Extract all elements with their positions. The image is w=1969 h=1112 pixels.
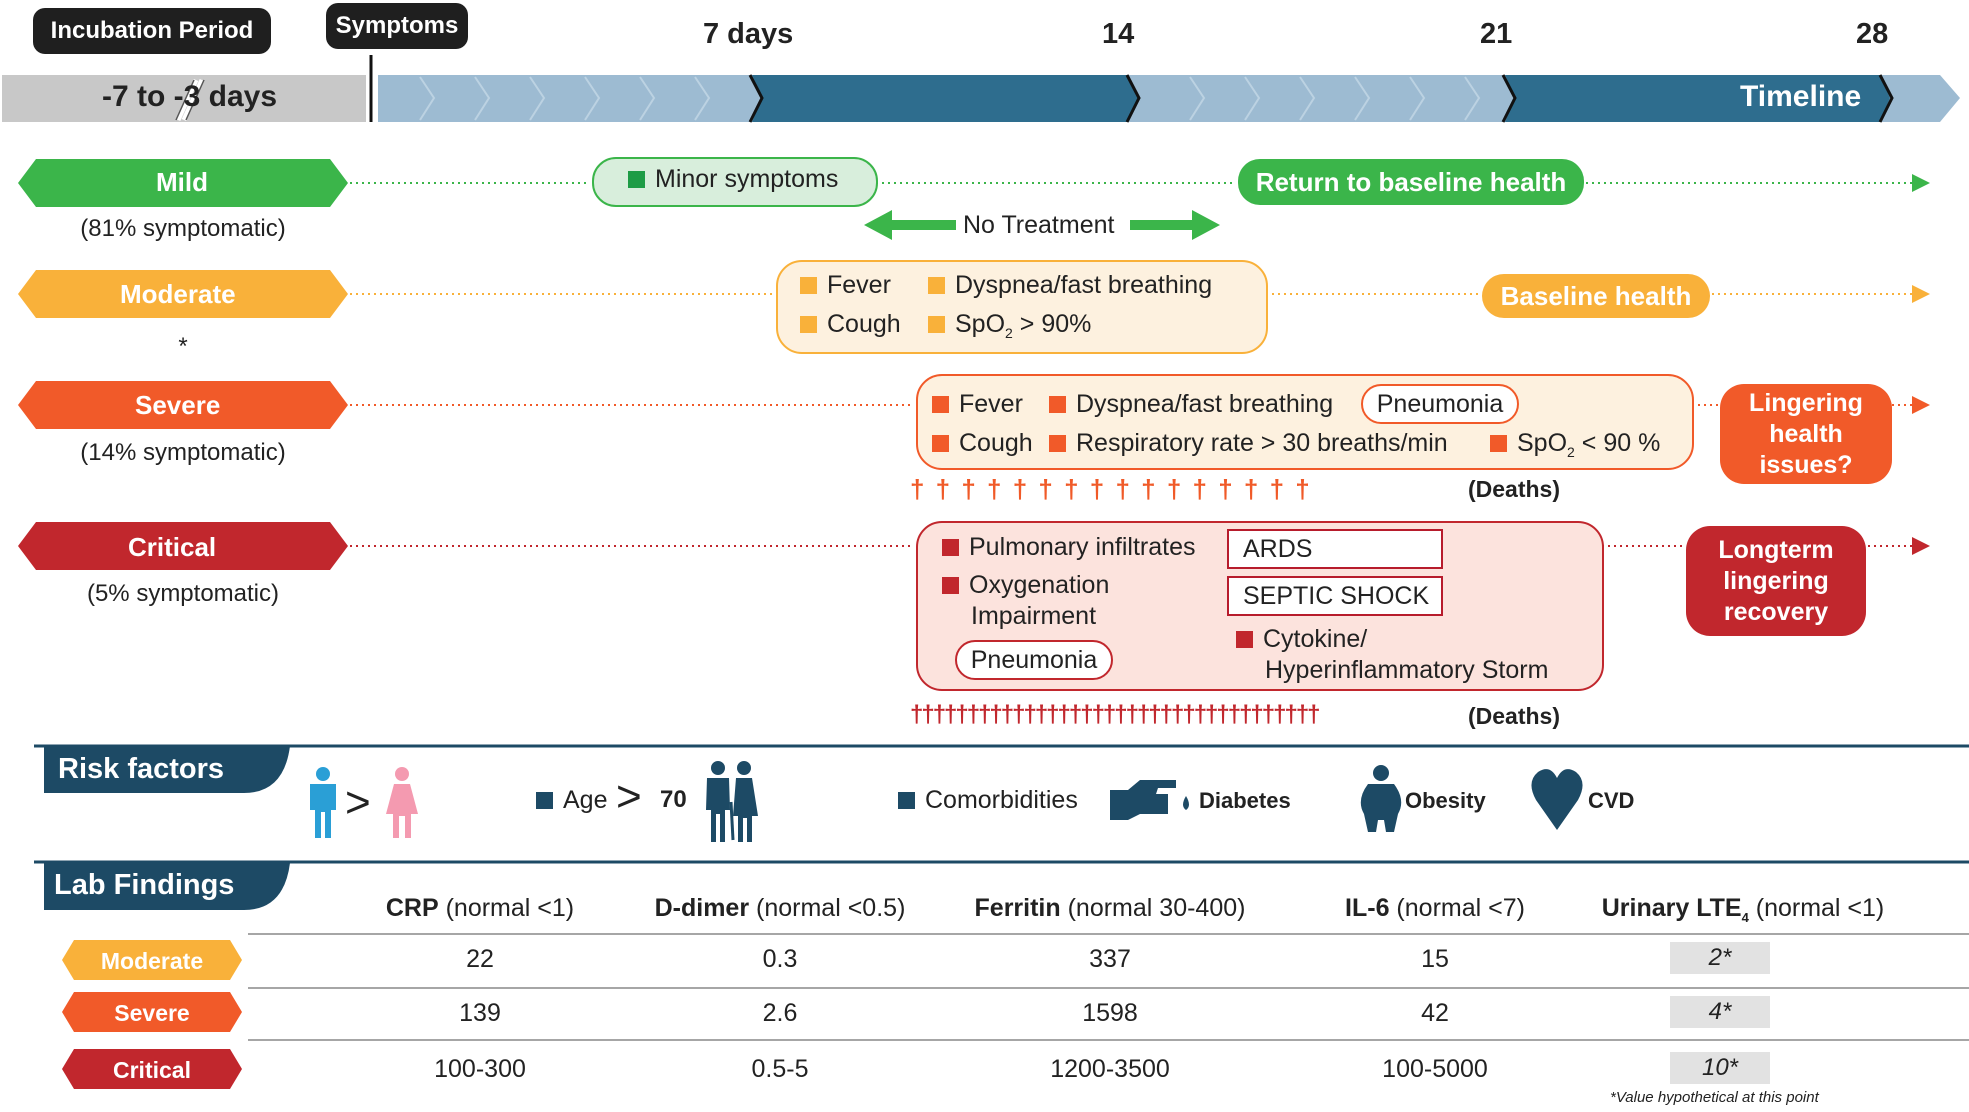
table-cell: 42 bbox=[1421, 999, 1449, 1027]
heart-icon bbox=[1531, 769, 1583, 830]
severe-deaths-label: (Deaths) bbox=[1468, 476, 1561, 502]
critical-ards: ARDS bbox=[1227, 529, 1443, 569]
moderate-fever: Fever bbox=[800, 271, 891, 300]
comorbidities-risk: Comorbidities bbox=[898, 786, 1078, 815]
diabetes-hand-icon bbox=[1110, 780, 1189, 820]
table-cell-hypothetical: 4* bbox=[1670, 996, 1770, 1028]
moderate-cough: Cough bbox=[800, 310, 901, 339]
critical-septic-shock: SEPTIC SHOCK bbox=[1227, 576, 1443, 616]
table-cell: 1598 bbox=[1082, 999, 1138, 1027]
critical-deaths-label: (Deaths) bbox=[1468, 703, 1561, 729]
critical-cytokine: Cytokine/ bbox=[1236, 625, 1367, 654]
lab-findings-title: Lab Findings bbox=[54, 869, 235, 901]
lab-header-il6: IL-6 (normal <7) bbox=[1345, 894, 1525, 922]
age-risk: Age bbox=[536, 786, 607, 815]
severe-dyspnea: Dyspnea/fast breathing bbox=[1049, 390, 1333, 419]
lab-header-ferritin: Ferritin (normal 30-400) bbox=[974, 894, 1246, 922]
severe-pneumonia: Pneumonia bbox=[1361, 384, 1519, 424]
obesity-label: Obesity bbox=[1405, 788, 1486, 813]
critical-pneumonia: Pneumonia bbox=[955, 640, 1113, 680]
severe-label: Severe bbox=[135, 390, 221, 420]
mild-label: Mild bbox=[156, 167, 208, 197]
lingering-health-pill: Lingering health issues? bbox=[1720, 384, 1892, 484]
moderate-dyspnea: Dyspnea/fast breathing bbox=[928, 271, 1212, 300]
table-cell: 0.5-5 bbox=[751, 1055, 809, 1083]
female-person-icon bbox=[386, 767, 418, 838]
table-cell-hypothetical: 2* bbox=[1670, 942, 1770, 974]
table-cell: 1200-3500 bbox=[1050, 1055, 1170, 1083]
severe-cough: Cough bbox=[932, 429, 1033, 458]
severe-death-markers: † † † † † † † † † † † † † † † † bbox=[910, 474, 1312, 504]
table-cell: 337 bbox=[1089, 945, 1131, 973]
table-cell: 100-5000 bbox=[1382, 1055, 1488, 1083]
age-gt-symbol: > bbox=[616, 772, 642, 821]
obesity-person-icon bbox=[1360, 765, 1402, 832]
elderly-couple-icon bbox=[706, 761, 758, 842]
table-cell: 139 bbox=[459, 999, 501, 1027]
moderate-label: Moderate bbox=[120, 279, 236, 309]
risk-factors-title: Risk factors bbox=[58, 753, 225, 785]
table-cell: 0.3 bbox=[762, 945, 798, 973]
critical-sub: (5% symptomatic) bbox=[86, 580, 280, 607]
table-cell: 15 bbox=[1421, 945, 1449, 973]
lab-header-ddimer: D-dimer (normal <0.5) bbox=[654, 894, 906, 922]
lab-row-moderate-label: Moderate bbox=[100, 948, 204, 974]
hypothetical-footnote: *Value hypothetical at this point bbox=[1610, 1089, 1819, 1106]
mild-sub: (81% symptomatic) bbox=[80, 215, 286, 242]
table-cell-hypothetical: 10* bbox=[1670, 1052, 1770, 1084]
moderate-spo2: SpO2 > 90% bbox=[928, 310, 1091, 341]
table-cell: 100-300 bbox=[434, 1055, 526, 1083]
critical-infiltrates: Pulmonary infiltrates bbox=[942, 533, 1195, 562]
age-value: 70 bbox=[660, 786, 687, 813]
no-treatment-label: No Treatment bbox=[963, 211, 1115, 239]
critical-cytokine-2: Hyperinflammatory Storm bbox=[1265, 656, 1549, 684]
gender-gt-symbol: > bbox=[345, 778, 371, 827]
severe-fever: Fever bbox=[932, 390, 1023, 419]
critical-label: Critical bbox=[128, 532, 217, 562]
lab-row-critical-label: Critical bbox=[113, 1057, 191, 1083]
lab-header-crp: CRP (normal <1) bbox=[385, 894, 575, 922]
return-baseline-pill: Return to baseline health bbox=[1238, 159, 1584, 205]
severe-spo2: SpO2 < 90 % bbox=[1490, 429, 1660, 460]
longterm-recovery-pill: Longterm lingering recovery bbox=[1686, 526, 1866, 636]
lab-row-severe-label: Severe bbox=[114, 1000, 190, 1026]
lab-header-lte4: Urinary LTE4 (normal <1) bbox=[1601, 894, 1885, 925]
baseline-health-pill: Baseline health bbox=[1482, 274, 1710, 318]
severe-resp-rate: Respiratory rate > 30 breaths/min bbox=[1049, 429, 1448, 458]
table-cell: 22 bbox=[466, 945, 494, 973]
diabetes-label: Diabetes bbox=[1199, 788, 1291, 813]
male-person-icon bbox=[310, 767, 336, 838]
minor-symptoms: Minor symptoms bbox=[628, 165, 838, 194]
critical-oxygenation-2: Impairment bbox=[971, 602, 1097, 630]
cvd-label: CVD bbox=[1588, 788, 1635, 813]
critical-oxygenation: Oxygenation bbox=[942, 571, 1109, 600]
table-cell: 2.6 bbox=[762, 999, 798, 1027]
moderate-sub: * bbox=[178, 333, 188, 360]
severe-sub: (14% symptomatic) bbox=[80, 439, 286, 466]
critical-death-markers: †††††††††††††††††††††††††††††††††††† bbox=[910, 701, 1321, 728]
